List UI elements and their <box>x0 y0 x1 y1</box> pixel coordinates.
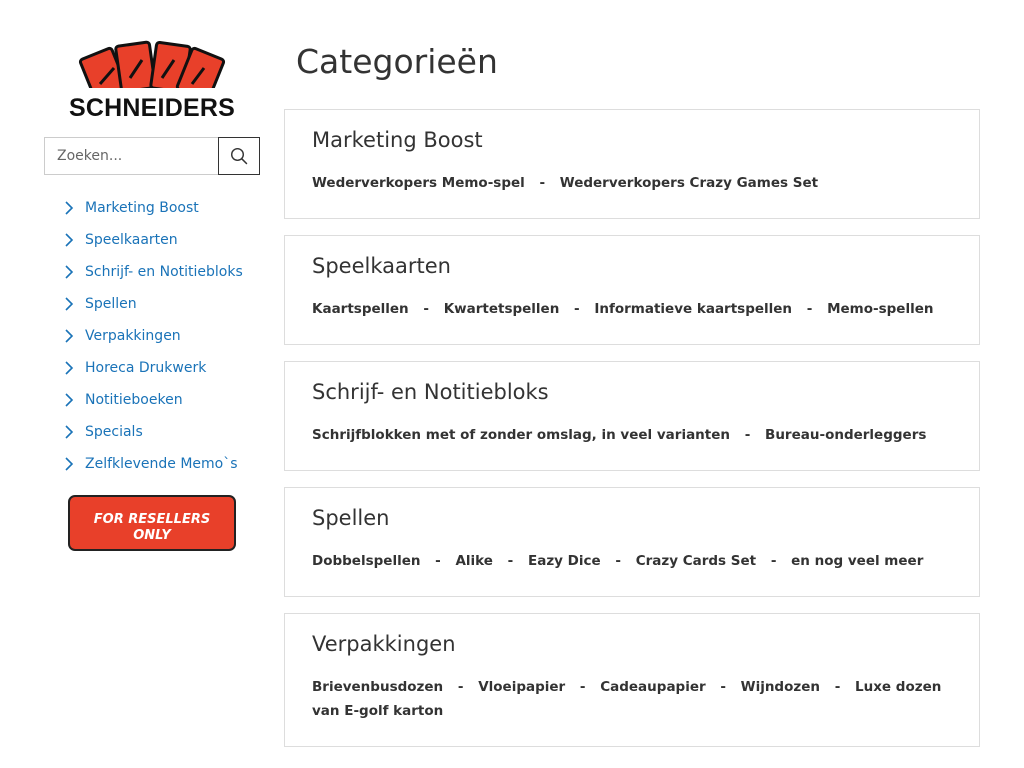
search-button[interactable] <box>218 137 260 175</box>
subcategory-links: Schrijfblokken met of zonder omslag, in … <box>312 423 952 470</box>
sidebar: SCHNEIDERS Marketing Boost Speelkaarten <box>44 38 260 551</box>
chevron-right-icon <box>64 232 78 248</box>
sidebar-item-zelfklevende-memos[interactable]: Zelfklevende Memo`s <box>44 448 260 480</box>
main-content: Categorieën Marketing Boost Wederverkoper… <box>284 0 980 763</box>
link-separator: - <box>806 301 813 317</box>
reseller-button-line2: ONLY <box>133 527 171 543</box>
link-separator: - <box>615 553 621 569</box>
subcategory-links: Kaartspellen - Kwartetspellen - Informat… <box>312 297 952 344</box>
sidebar-item-notitieboeken[interactable]: Notitieboeken <box>44 384 260 416</box>
link-separator: - <box>770 553 777 569</box>
subcategory-link[interactable]: Kwartetspellen <box>444 301 560 317</box>
category-card-title[interactable]: Spellen <box>312 504 952 532</box>
link-separator: - <box>435 553 441 569</box>
sidebar-item-label[interactable]: Verpakkingen <box>85 328 181 344</box>
subcategory-link[interactable]: Kaartspellen <box>312 301 409 317</box>
chevron-right-icon <box>64 264 78 280</box>
subcategory-link[interactable]: Wederverkopers Memo-spel <box>312 175 525 191</box>
subcategory-link[interactable]: Wederverkopers Crazy Games Set <box>560 175 818 191</box>
for-resellers-only-button[interactable]: FOR RESELLERS ONLY <box>68 495 236 551</box>
link-separator: - <box>834 679 841 695</box>
search-icon <box>230 147 248 165</box>
sidebar-item-speelkaarten[interactable]: Speelkaarten <box>44 224 260 256</box>
category-nav: Marketing Boost Speelkaarten Schrijf- en… <box>44 192 260 480</box>
sidebar-item-label[interactable]: Marketing Boost <box>85 200 199 216</box>
subcategory-link[interactable]: Informatieve kaartspellen <box>594 301 792 317</box>
link-separator: - <box>579 679 586 695</box>
category-card: Speelkaarten Kaartspellen - Kwartetspelle… <box>284 235 980 345</box>
sidebar-item-label[interactable]: Zelfklevende Memo`s <box>85 456 238 472</box>
chevron-right-icon <box>64 296 78 312</box>
category-card-title[interactable]: Marketing Boost <box>312 126 952 154</box>
link-separator: - <box>423 301 429 317</box>
subcategory-link[interactable]: Eazy Dice <box>528 553 601 569</box>
category-card-title[interactable]: Speelkaarten <box>312 252 952 280</box>
subcategory-link[interactable]: Dobbelspellen <box>312 553 420 569</box>
link-separator: - <box>539 175 546 191</box>
category-card-title[interactable]: Schrijf- en Notitiebloks <box>312 378 952 406</box>
sidebar-item-label[interactable]: Speelkaarten <box>85 232 178 248</box>
subcategory-link[interactable]: Crazy Cards Set <box>636 553 756 569</box>
link-separator: - <box>457 679 464 695</box>
subcategory-link[interactable]: Memo-spellen <box>827 301 933 317</box>
chevron-right-icon <box>64 328 78 344</box>
subcategory-link[interactable]: Bureau-onderleggers <box>765 427 926 443</box>
link-separator: - <box>507 553 514 569</box>
search-bar <box>44 137 260 175</box>
page: SCHNEIDERS Marketing Boost Speelkaarten <box>0 0 1024 768</box>
category-card: Spellen Dobbelspellen - Alike - Eazy Dice… <box>284 487 980 597</box>
chevron-right-icon <box>64 456 78 472</box>
schneiders-logo[interactable]: SCHNEIDERS <box>66 38 238 126</box>
subcategory-links: Brievenbusdozen - Vloeipapier - Cadeaupa… <box>312 675 952 746</box>
chevron-right-icon <box>64 392 78 408</box>
subcategory-link[interactable]: Schrijfblokken met of zonder omslag, in … <box>312 427 730 443</box>
sidebar-item-label[interactable]: Horeca Drukwerk <box>85 360 206 376</box>
sidebar-item-marketing-boost[interactable]: Marketing Boost <box>44 192 260 224</box>
sidebar-item-horeca-drukwerk[interactable]: Horeca Drukwerk <box>44 352 260 384</box>
chevron-right-icon <box>64 360 78 376</box>
sidebar-item-label[interactable]: Specials <box>85 424 143 440</box>
sidebar-item-label[interactable]: Notitieboeken <box>85 392 183 408</box>
chevron-right-icon <box>64 424 78 440</box>
link-separator: - <box>574 301 580 317</box>
subcategory-link[interactable]: Alike <box>455 553 492 569</box>
category-cards: Marketing Boost Wederverkopers Memo-spel … <box>284 109 980 747</box>
chevron-right-icon <box>64 200 78 216</box>
subcategory-link[interactable]: Vloeipapier <box>478 679 565 695</box>
playing-cards-logo-icon <box>74 40 230 96</box>
category-card: Schrijf- en Notitiebloks Schrijfblokken m… <box>284 361 980 471</box>
sidebar-item-schrijf-en-notitiebloks[interactable]: Schrijf- en Notitiebloks <box>44 256 260 288</box>
subcategory-links: Wederverkopers Memo-spel - Wederverkoper… <box>312 171 952 218</box>
subcategory-link[interactable]: Brievenbusdozen <box>312 679 443 695</box>
page-title: Categorieën <box>296 42 498 81</box>
subcategory-link[interactable]: Cadeaupapier <box>600 679 705 695</box>
sidebar-item-label[interactable]: Schrijf- en Notitiebloks <box>85 264 243 280</box>
category-card: Marketing Boost Wederverkopers Memo-spel … <box>284 109 980 219</box>
sidebar-item-verpakkingen[interactable]: Verpakkingen <box>44 320 260 352</box>
subcategory-links: Dobbelspellen - Alike - Eazy Dice - Craz… <box>312 549 952 596</box>
brand-name: SCHNEIDERS <box>69 94 235 122</box>
subcategory-link[interactable]: Wijndozen <box>741 679 820 695</box>
sidebar-item-specials[interactable]: Specials <box>44 416 260 448</box>
subcategory-link[interactable]: en nog veel meer <box>791 553 923 569</box>
search-input[interactable] <box>44 137 218 175</box>
reseller-button-line1: FOR RESELLERS <box>93 511 211 527</box>
sidebar-item-spellen[interactable]: Spellen <box>44 288 260 320</box>
category-card: Verpakkingen Brievenbusdozen - Vloeipapie… <box>284 613 980 747</box>
category-card-title[interactable]: Verpakkingen <box>312 630 952 658</box>
link-separator: - <box>744 427 751 443</box>
sidebar-item-label[interactable]: Spellen <box>85 296 137 312</box>
link-separator: - <box>720 679 726 695</box>
